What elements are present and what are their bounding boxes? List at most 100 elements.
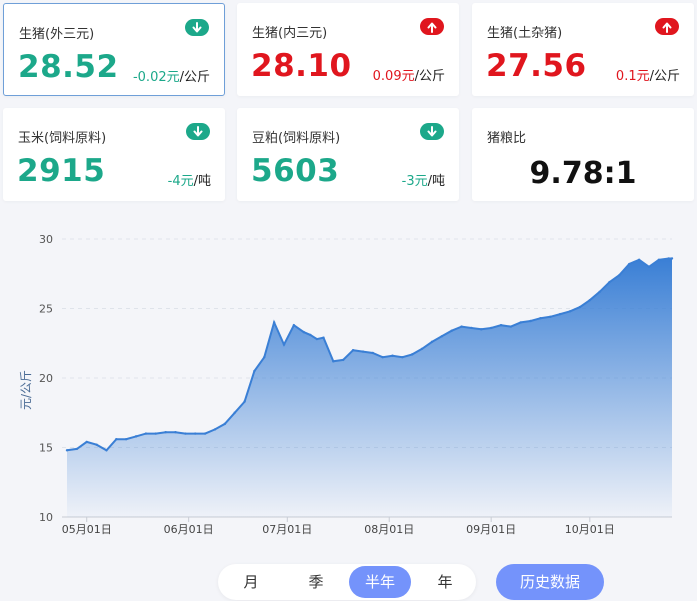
data-point — [420, 347, 424, 351]
data-point — [401, 355, 404, 359]
card-value: 27.56 — [486, 48, 587, 84]
data-point — [95, 443, 98, 446]
y-tick-label: 20 — [39, 372, 53, 385]
card-change: -3元/吨 — [402, 170, 445, 189]
data-point — [253, 369, 256, 373]
card-change: 0.09元/公斤 — [373, 65, 445, 84]
data-point — [115, 437, 118, 441]
x-tick-label: 10月01日 — [565, 523, 615, 535]
card-change: -0.02元/公斤 — [133, 66, 210, 85]
x-tick-label: 05月01日 — [62, 523, 112, 535]
arrow-down-icon — [420, 123, 444, 140]
card-pig-outer-three[interactable]: 生猪(外三元) 28.52 -0.02元/公斤 — [3, 3, 225, 96]
data-point — [588, 298, 591, 302]
arrow-down-icon — [186, 123, 210, 140]
card-pig-local[interactable]: 生猪(土杂猪) 27.56 0.1元/公斤 — [472, 3, 694, 96]
data-point — [391, 354, 394, 357]
data-point — [302, 330, 305, 334]
data-point — [194, 432, 197, 435]
tab-year[interactable]: 年 — [414, 566, 476, 598]
data-point — [430, 340, 434, 344]
card-title: 豆粕(饲料原料) — [252, 131, 341, 146]
tab-month[interactable]: 月 — [220, 566, 282, 598]
data-point — [539, 317, 542, 320]
change-unit: /吨 — [427, 174, 445, 189]
change-unit: /吨 — [193, 174, 211, 189]
data-point — [164, 431, 167, 434]
y-tick-label: 25 — [39, 303, 53, 316]
data-point — [608, 280, 611, 284]
data-point — [184, 432, 187, 435]
data-point — [134, 435, 138, 438]
data-point — [322, 336, 325, 339]
data-point — [549, 315, 552, 319]
card-pig-inner-three[interactable]: 生猪(内三元) 28.10 0.09元/公斤 — [237, 3, 459, 96]
y-tick-label: 30 — [39, 233, 53, 246]
arrow-up-icon — [420, 18, 444, 35]
y-tick-label: 15 — [39, 442, 53, 455]
arrow-down-icon — [185, 19, 209, 36]
change-unit: /公斤 — [414, 69, 445, 84]
data-point — [460, 325, 463, 328]
card-pig-grain-ratio[interactable]: 猪粮比 9.78:1 — [472, 108, 694, 201]
data-point — [124, 437, 128, 441]
data-point — [263, 355, 266, 359]
data-point — [499, 323, 503, 327]
data-point — [75, 447, 79, 451]
data-point — [411, 353, 414, 356]
data-point — [519, 321, 522, 324]
card-title: 生猪(外三元) — [19, 27, 95, 42]
data-point — [670, 257, 674, 260]
change-unit: /公斤 — [649, 69, 680, 84]
data-point — [480, 328, 483, 331]
card-value: 5603 — [251, 153, 340, 189]
card-change: 0.1元/公斤 — [616, 65, 680, 84]
x-tick-label: 09月01日 — [466, 523, 516, 535]
data-point — [233, 411, 236, 414]
data-point — [381, 355, 384, 359]
data-point — [598, 290, 601, 294]
price-chart[interactable]: 10 15 20 25 30 05月01日 06月01日 07月01日 08月01日 09月01日… — [0, 215, 697, 535]
change-amount: -3元 — [401, 174, 428, 189]
change-amount: -4元 — [167, 174, 194, 189]
data-point — [351, 349, 355, 352]
data-point — [440, 335, 444, 338]
arrow-up-icon — [655, 18, 679, 35]
tab-half-year[interactable]: 半年 — [349, 566, 411, 598]
data-point — [243, 400, 246, 403]
period-tabs: 月 季 半年 年 — [218, 564, 476, 600]
data-point — [371, 351, 374, 355]
card-soybean-meal[interactable]: 豆粕(饲料原料) 5603 -3元/吨 — [237, 108, 459, 201]
data-point — [657, 258, 661, 262]
x-tick-label: 07月01日 — [262, 523, 312, 535]
card-value: 2915 — [17, 153, 106, 189]
card-corn[interactable]: 玉米(饲料原料) 2915 -4元/吨 — [3, 108, 225, 201]
data-point — [272, 321, 276, 324]
data-point — [509, 325, 513, 328]
data-point — [309, 333, 312, 337]
change-amount: -0.02元 — [132, 70, 180, 85]
tab-quarter[interactable]: 季 — [285, 566, 347, 598]
card-title: 玉米(饲料原料) — [18, 131, 107, 146]
data-point — [559, 312, 562, 316]
data-point — [213, 428, 217, 431]
history-data-button[interactable]: 历史数据 — [496, 564, 604, 600]
card-title: 生猪(内三元) — [252, 26, 328, 41]
data-point — [341, 358, 345, 362]
data-point — [203, 432, 207, 435]
data-point — [529, 319, 532, 323]
data-point — [292, 323, 296, 327]
data-point — [568, 310, 572, 313]
change-unit: /公斤 — [179, 70, 210, 85]
data-point — [618, 273, 621, 277]
x-tick-label: 08月01日 — [364, 523, 414, 535]
y-tick-label: 10 — [39, 511, 53, 524]
card-change: -4元/吨 — [168, 170, 211, 189]
data-point — [470, 326, 473, 330]
data-point — [85, 440, 88, 444]
data-point — [450, 329, 453, 332]
y-axis-label: 元/公斤 — [19, 370, 33, 410]
data-point — [647, 265, 651, 268]
card-title: 猪粮比 — [487, 131, 527, 146]
data-point — [489, 326, 493, 330]
